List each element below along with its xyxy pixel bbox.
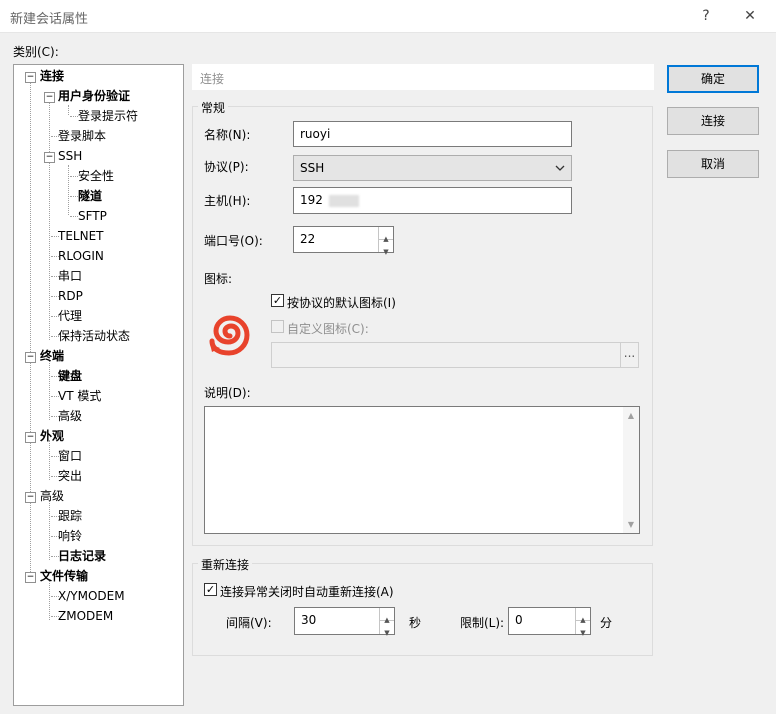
tree-item-keepalive[interactable]: 保持活动状态: [58, 327, 130, 345]
expander-ssh[interactable]: −: [44, 152, 55, 163]
cancel-button[interactable]: 取消: [667, 150, 759, 178]
host-input[interactable]: 192: [293, 187, 572, 214]
tree-item-rdp[interactable]: RDP: [58, 287, 83, 305]
tree-item-window[interactable]: 窗口: [58, 447, 82, 465]
reconnect-group-title: 重新连接: [198, 556, 253, 573]
name-label: 名称(N):: [204, 128, 251, 142]
section-header: 连接: [192, 64, 654, 90]
tree-item-keyboard[interactable]: 键盘: [58, 367, 82, 385]
host-value: 192: [300, 193, 323, 207]
tree-item-xymodem[interactable]: X/YMODEM: [58, 587, 125, 605]
interval-label: 间隔(V):: [226, 616, 272, 630]
scroll-down-icon[interactable]: ▼: [623, 520, 639, 529]
auto-reconnect-label: 连接异常关闭时自动重新连接(A): [220, 585, 394, 599]
spin-down-icon[interactable]: ▼: [380, 621, 394, 637]
tree-item-logging[interactable]: 日志记录: [58, 547, 106, 565]
ok-button[interactable]: 确定: [667, 65, 759, 93]
tree-item-login-script[interactable]: 登录脚本: [58, 127, 106, 145]
tree-item-login-prompt[interactable]: 登录提示符: [78, 107, 138, 125]
tree-item-vt-mode[interactable]: VT 模式: [58, 387, 101, 405]
tree-item-telnet[interactable]: TELNET: [58, 227, 104, 245]
name-input[interactable]: ruoyi: [293, 121, 572, 147]
port-input[interactable]: 22 ▲ ▼: [293, 226, 394, 256]
interval-value: 30: [301, 613, 317, 627]
port-label: 端口号(O):: [204, 234, 263, 248]
tree-item-highlight[interactable]: 突出: [58, 467, 82, 485]
tree-item-file-transfer[interactable]: 文件传输: [40, 567, 88, 585]
help-button[interactable]: ?: [688, 4, 724, 28]
limit-value: 0: [515, 613, 523, 627]
spin-down-icon[interactable]: ▼: [379, 240, 393, 256]
expander-auth[interactable]: −: [44, 92, 55, 103]
redacted-blur: [328, 194, 359, 207]
spin-up-icon[interactable]: ▲: [576, 608, 590, 624]
protocol-label: 协议(P):: [204, 160, 249, 174]
default-icon-checkbox[interactable]: ✓: [271, 294, 284, 307]
expander-advanced[interactable]: −: [25, 492, 36, 503]
session-swirl-icon: [209, 315, 250, 356]
tree-item-auth[interactable]: 用户身份验证: [58, 87, 130, 105]
custom-icon-path-field: ...: [271, 342, 639, 368]
spin-up-icon[interactable]: ▲: [379, 227, 393, 243]
port-value: 22: [300, 232, 316, 246]
limit-input[interactable]: 0 ▲ ▼: [508, 607, 591, 637]
port-spinner[interactable]: ▲ ▼: [378, 227, 393, 256]
tree-item-terminal[interactable]: 终端: [40, 347, 64, 365]
custom-icon-checkbox[interactable]: [271, 320, 284, 333]
category-tree[interactable]: − 连接 − 用户身份验证 登录提示符 登录脚本 − SSH 安全性 隧道 SF…: [13, 64, 184, 706]
tree-item-advanced[interactable]: 高级: [40, 487, 64, 505]
protocol-select[interactable]: SSH: [293, 155, 572, 181]
tree-item-bell[interactable]: 响铃: [58, 527, 82, 545]
limit-label: 限制(L):: [460, 616, 505, 630]
expander-file-transfer[interactable]: −: [25, 572, 36, 583]
tree-item-security[interactable]: 安全性: [78, 167, 114, 185]
category-label: 类别(C):: [13, 45, 59, 59]
tree-item-ssh[interactable]: SSH: [58, 147, 82, 165]
description-label: 说明(D):: [204, 386, 251, 400]
chevron-down-icon: [555, 165, 565, 171]
general-group-title: 常规: [198, 99, 229, 116]
tree-item-rlogin[interactable]: RLOGIN: [58, 247, 104, 265]
tree-item-tunnel[interactable]: 隧道: [78, 187, 102, 205]
spin-up-icon[interactable]: ▲: [380, 608, 394, 624]
host-label: 主机(H):: [204, 194, 251, 208]
expander-appearance[interactable]: −: [25, 432, 36, 443]
interval-unit: 秒: [409, 616, 422, 630]
description-scrollbar[interactable]: ▲ ▼: [623, 407, 639, 533]
interval-spinner[interactable]: ▲ ▼: [379, 608, 394, 637]
tree-item-connection[interactable]: 连接: [40, 67, 64, 85]
auto-reconnect-checkbox[interactable]: ✓: [204, 583, 217, 596]
section-header-text: 连接: [200, 72, 225, 86]
custom-icon-label: 自定义图标(C):: [287, 322, 369, 336]
default-icon-label: 按协议的默认图标(I): [287, 296, 396, 310]
expander-connection[interactable]: −: [25, 72, 36, 83]
close-button[interactable]: ✕: [732, 4, 768, 28]
tree-item-appearance[interactable]: 外观: [40, 427, 64, 445]
connect-button[interactable]: 连接: [667, 107, 759, 135]
browse-icon-button[interactable]: ...: [620, 343, 638, 367]
limit-unit: 分: [600, 616, 613, 630]
title-bar: 新建会话属性 ? ✕: [0, 0, 776, 33]
expander-terminal[interactable]: −: [25, 352, 36, 363]
tree-item-trace[interactable]: 跟踪: [58, 507, 82, 525]
tree-item-terminal-advanced[interactable]: 高级: [58, 407, 82, 425]
tree-item-zmodem[interactable]: ZMODEM: [58, 607, 113, 625]
tree-item-serial[interactable]: 串口: [58, 267, 82, 285]
tree-item-proxy[interactable]: 代理: [58, 307, 82, 325]
tree-item-sftp[interactable]: SFTP: [78, 207, 107, 225]
description-textarea[interactable]: ▲ ▼: [204, 406, 640, 534]
window-title: 新建会话属性: [10, 12, 89, 27]
spin-down-icon[interactable]: ▼: [576, 621, 590, 637]
limit-spinner[interactable]: ▲ ▼: [575, 608, 590, 637]
scroll-up-icon[interactable]: ▲: [623, 411, 639, 420]
icon-label: 图标:: [204, 272, 233, 286]
interval-input[interactable]: 30 ▲ ▼: [294, 607, 395, 637]
protocol-value: SSH: [300, 161, 325, 175]
